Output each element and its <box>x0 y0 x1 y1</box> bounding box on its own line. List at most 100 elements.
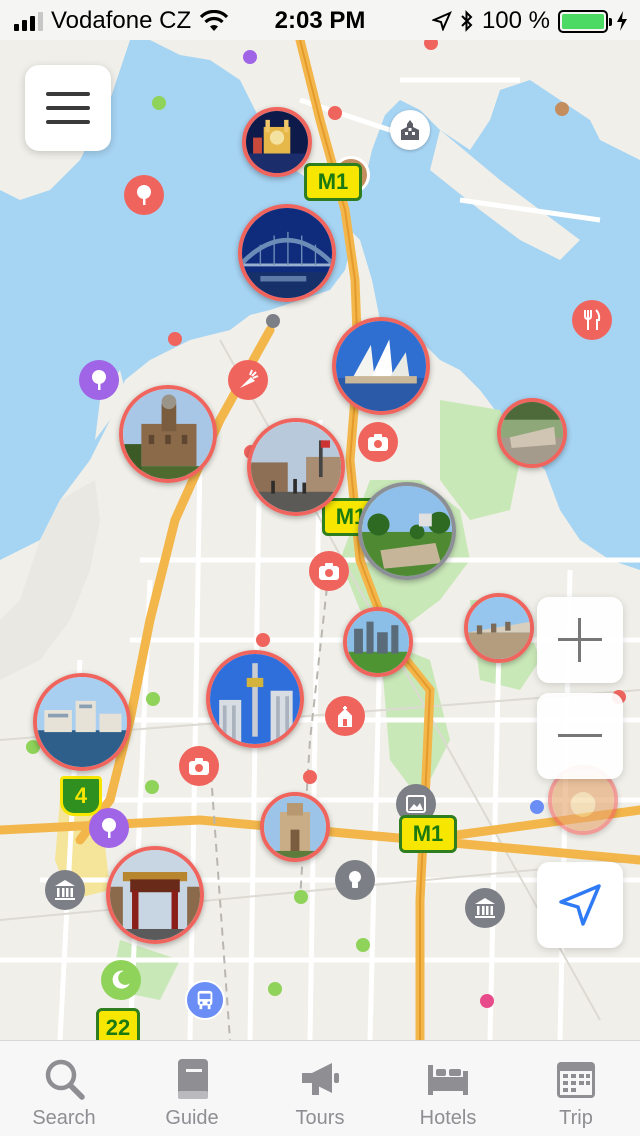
tree-icon <box>92 370 106 390</box>
map-view[interactable]: M1 M1 M1 4 22 <box>0 40 640 1040</box>
restaurant-pin[interactable] <box>572 300 612 340</box>
museum-pin[interactable] <box>45 870 85 910</box>
opera-house-photo <box>336 321 426 411</box>
poi-dot[interactable] <box>356 938 370 952</box>
nightlife-pin[interactable] <box>101 960 141 1000</box>
menu-button[interactable] <box>25 65 111 151</box>
observatory-photo <box>123 389 213 479</box>
charging-bolt-icon <box>617 11 627 31</box>
tab-tours-label: Tours <box>295 1107 345 1129</box>
tab-search[interactable]: Search <box>0 1041 128 1136</box>
location-arrow-icon <box>431 11 452 31</box>
poi-dot[interactable] <box>168 332 182 346</box>
tab-search-label: Search <box>32 1107 96 1129</box>
calendar-icon <box>557 1062 595 1098</box>
tab-guide[interactable]: Guide <box>128 1041 256 1136</box>
photo-spot-pin[interactable] <box>179 746 219 786</box>
luna-park-photo-marker[interactable] <box>242 107 312 177</box>
book-icon <box>178 1059 208 1099</box>
zoom-out-button[interactable] <box>537 693 623 779</box>
observatory-photo-marker[interactable] <box>119 385 217 483</box>
luna-park-photo <box>246 111 308 173</box>
locate-me-button[interactable] <box>537 862 623 948</box>
school-pin[interactable] <box>390 110 430 150</box>
camera-icon <box>368 434 388 451</box>
darling-harbour-photo-marker[interactable] <box>33 673 131 771</box>
park-pin[interactable] <box>124 175 164 215</box>
poi-dot[interactable] <box>303 770 317 784</box>
poi-dot[interactable] <box>530 800 544 814</box>
museum-pin[interactable] <box>465 888 505 928</box>
poi-dot[interactable] <box>146 692 160 706</box>
church-icon <box>338 706 352 727</box>
harbour-bridge-photo-marker[interactable] <box>238 204 336 302</box>
the-rocks-photo-marker[interactable] <box>247 418 345 516</box>
tab-trip[interactable]: Trip <box>512 1041 640 1136</box>
poi-dot[interactable] <box>145 780 159 794</box>
zoom-in-button[interactable] <box>537 597 623 683</box>
tab-bar: Search Guide Tours Hotels Trip <box>0 1040 640 1136</box>
wifi-icon <box>199 10 229 31</box>
tab-hotels[interactable]: Hotels <box>384 1041 512 1136</box>
cellular-signal-icon <box>14 11 43 31</box>
tree-icon <box>102 818 116 838</box>
harbour-bridge-photo <box>242 208 332 298</box>
sydney-tower-photo-marker[interactable] <box>206 650 304 748</box>
poi-dot[interactable] <box>243 50 257 64</box>
moon-icon <box>112 970 130 989</box>
poi-dot[interactable] <box>152 96 166 110</box>
church-pin[interactable] <box>325 696 365 736</box>
chinatown-gate-photo <box>110 850 200 940</box>
bus-icon <box>197 990 213 1010</box>
poi-dot[interactable] <box>294 890 308 904</box>
bed-icon <box>428 1065 468 1095</box>
status-bar: Vodafone CZ 2:03 PM 100 % <box>0 0 640 40</box>
market-pin[interactable] <box>228 360 268 400</box>
camera-icon <box>189 758 209 775</box>
search-icon <box>45 1059 85 1100</box>
road-shield-m1: M1 <box>399 815 457 853</box>
waterfront-walk-photo <box>468 597 530 659</box>
photo-spot-pin[interactable] <box>358 422 398 462</box>
megaphone-icon <box>302 1063 339 1095</box>
poi-dot[interactable] <box>266 314 280 328</box>
poi-dot[interactable] <box>256 633 270 647</box>
botanic-garden-photo-marker[interactable] <box>358 482 456 580</box>
camera-icon <box>319 563 339 580</box>
sydney-tower-photo <box>210 654 300 744</box>
tab-tours[interactable]: Tours <box>256 1041 384 1136</box>
city-skyline-photo-marker[interactable] <box>343 607 413 677</box>
chinatown-gate-photo-marker[interactable] <box>106 846 204 944</box>
carrier-name: Vodafone CZ <box>51 7 192 34</box>
poi-dot[interactable] <box>480 994 494 1008</box>
school-icon <box>401 120 419 140</box>
battery-icon <box>558 9 612 33</box>
opera-house-photo-marker[interactable] <box>332 317 430 415</box>
garden-lookout-photo <box>501 402 563 464</box>
tree-icon <box>137 185 151 205</box>
fork-knife-icon <box>584 309 601 330</box>
road-shield-4: 4 <box>60 776 102 816</box>
garden-lookout-photo-marker[interactable] <box>497 398 567 468</box>
poi-dot[interactable] <box>328 106 342 120</box>
lightbulb-icon <box>349 871 361 888</box>
tab-trip-label: Trip <box>559 1107 593 1129</box>
idea-pin[interactable] <box>335 860 375 900</box>
minus-icon <box>558 734 602 737</box>
anzac-memorial-photo <box>264 796 326 858</box>
poi-dot[interactable] <box>555 102 569 116</box>
botanic-garden-photo <box>362 486 452 576</box>
anzac-memorial-photo-marker[interactable] <box>260 792 330 862</box>
park-pin[interactable] <box>79 360 119 400</box>
photo-spot-pin[interactable] <box>309 551 349 591</box>
bluetooth-icon <box>461 10 473 32</box>
museum-icon <box>475 898 495 918</box>
carrot-icon <box>240 369 259 388</box>
waterfront-walk-photo-marker[interactable] <box>464 593 534 663</box>
tab-hotels-label: Hotels <box>419 1107 477 1129</box>
bus-stop-pin[interactable] <box>185 980 225 1020</box>
poi-dot[interactable] <box>268 982 282 996</box>
tab-guide-label: Guide <box>165 1107 219 1129</box>
road-shield-22: 22 <box>96 1008 140 1040</box>
city-skyline-photo <box>347 611 409 673</box>
